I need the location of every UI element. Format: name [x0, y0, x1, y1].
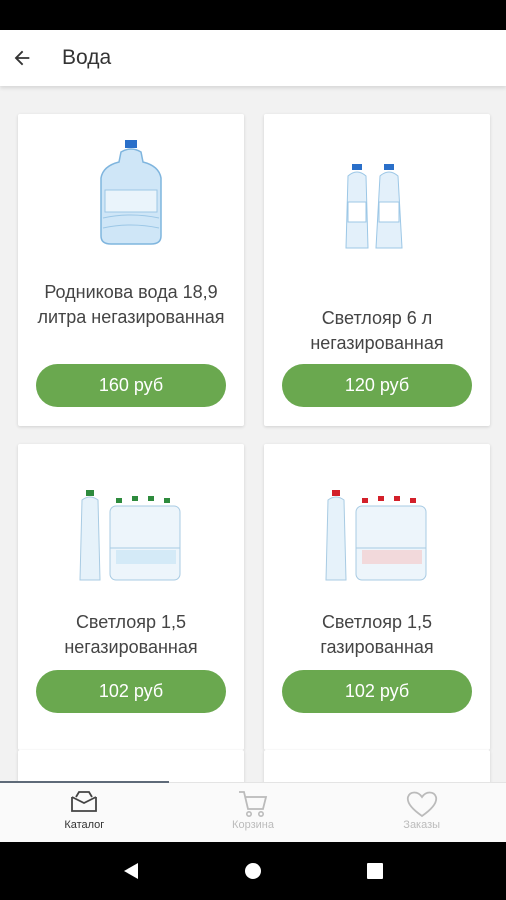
product-name: Светлояр 6 л негазированная	[310, 308, 444, 353]
product-name: Светлояр 1,5 газированная	[320, 612, 434, 657]
back-button[interactable]	[2, 38, 42, 78]
price-button[interactable]: 102 руб	[36, 670, 226, 713]
nav-label: Каталог	[64, 819, 105, 831]
product-name: Светлояр 1,5 негазированная	[64, 612, 198, 657]
product-card[interactable]: Светлояр 1,5 газированная 102 руб	[264, 444, 490, 750]
product-card[interactable]	[18, 750, 244, 782]
product-grid: Родникова вода 18,9 литра негазированная…	[0, 86, 506, 782]
nav-item-catalog[interactable]: Каталог	[0, 783, 169, 842]
price-button[interactable]: 120 руб	[282, 364, 472, 407]
product-card[interactable]: Светлояр 6 л негазированная 120 руб	[264, 114, 490, 426]
water-jug-icon	[100, 140, 162, 245]
nav-label: Корзина	[232, 819, 274, 831]
product-image	[18, 138, 244, 298]
product-card[interactable]: Светлояр 1,5 негазированная 102 руб	[18, 444, 244, 750]
product-name: Родникова вода 18,9 литра негазированная	[37, 282, 225, 327]
nav-label: Заказы	[403, 819, 441, 831]
active-tab-indicator	[0, 781, 169, 783]
bottom-navigation: Каталог Корзина Заказы	[0, 781, 506, 842]
product-card[interactable]: Родникова вода 18,9 литра негазированная…	[18, 114, 244, 426]
cart-icon	[239, 791, 268, 817]
status-bar	[0, 0, 506, 30]
product-card[interactable]	[264, 750, 490, 782]
heart-icon	[406, 791, 437, 818]
triangle-back-icon	[124, 863, 138, 879]
product-image	[264, 162, 490, 322]
water-bottles-1.5l-sparkling-icon	[325, 490, 427, 581]
water-bottles-6l-icon	[345, 164, 403, 249]
system-navigation-bar	[0, 842, 506, 900]
nav-item-cart[interactable]: Корзина	[169, 783, 338, 842]
water-bottles-1.5l-icon	[79, 490, 181, 581]
system-recents-button[interactable]	[355, 851, 395, 891]
price-button[interactable]: 102 руб	[282, 670, 472, 713]
circle-home-icon	[245, 863, 261, 879]
page-title: Вода	[62, 46, 112, 69]
square-recents-icon	[367, 863, 383, 879]
price-button[interactable]: 160 руб	[36, 364, 226, 407]
arrow-left-icon	[14, 50, 30, 66]
nav-item-orders[interactable]: Заказы	[337, 783, 506, 842]
system-back-button[interactable]	[111, 851, 151, 891]
catalog-icon	[71, 791, 98, 812]
system-home-button[interactable]	[233, 851, 273, 891]
app-bar: Вода	[0, 30, 506, 86]
